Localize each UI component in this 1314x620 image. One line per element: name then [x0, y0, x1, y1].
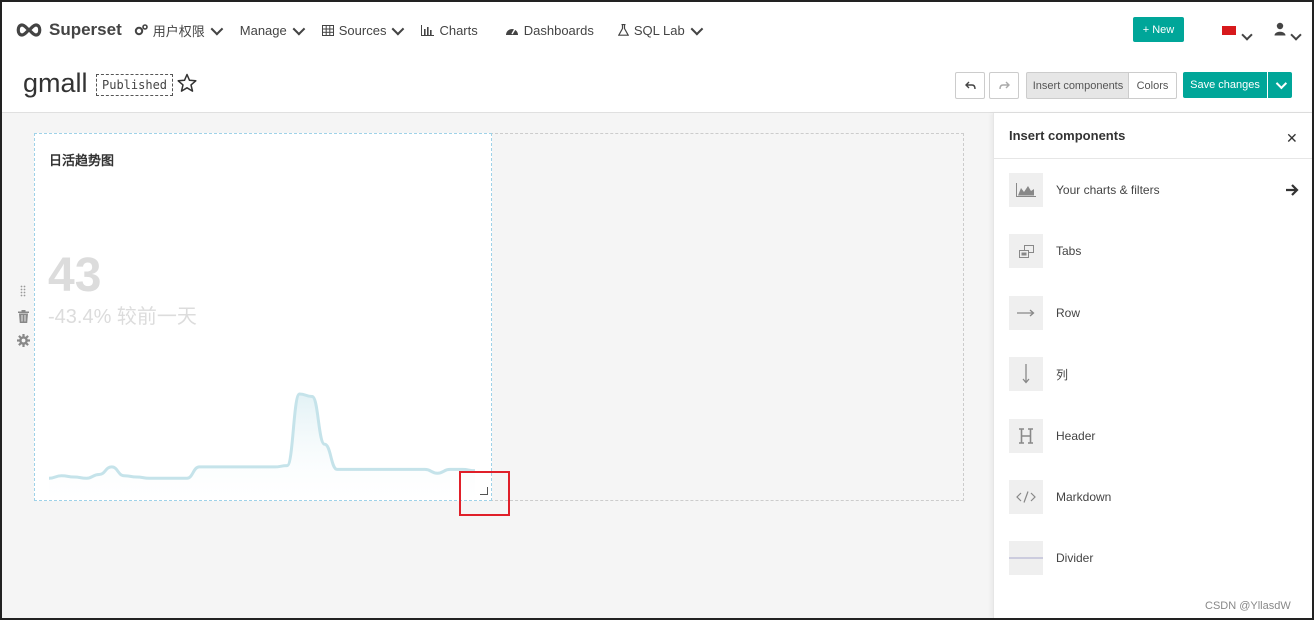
gear-icon[interactable] [17, 334, 30, 347]
component-your-charts[interactable]: Your charts & filters [1009, 173, 1299, 207]
component-label: Your charts & filters [1056, 183, 1160, 197]
save-changes-button[interactable]: Save changes [1183, 72, 1267, 98]
big-number-subheader: -43.4% 较前一天 [48, 306, 197, 328]
status-badge[interactable]: Published [96, 74, 174, 96]
undo-icon [964, 81, 976, 90]
chart-card[interactable]: 日活趋势图 43 -43.4% 较前一天 [34, 133, 492, 501]
redo-button[interactable] [989, 72, 1019, 99]
save-options-button[interactable] [1268, 72, 1292, 98]
component-row[interactable]: Row [1009, 296, 1299, 330]
chevron-down-icon [690, 22, 703, 35]
brand-name: Superset [49, 20, 122, 39]
superset-logo-icon [16, 23, 42, 37]
cogs-icon [134, 24, 148, 36]
nav-item-dashboards[interactable]: Dashboards [505, 23, 594, 38]
user-icon[interactable] [1274, 22, 1286, 36]
component-label: Tabs [1056, 244, 1082, 258]
watermark: CSDN @YllasdW [1205, 600, 1291, 612]
dashboard-canvas: 日活趋势图 43 -43.4% 较前一天 [2, 113, 993, 618]
nav-item-label: Dashboards [523, 22, 594, 38]
table-icon [321, 24, 334, 36]
component-label: Row [1056, 306, 1081, 320]
dashboard-title[interactable]: gmall [23, 68, 88, 99]
component-label: Header [1056, 429, 1096, 443]
component-column[interactable]: 列 [1009, 357, 1299, 391]
chevron-down-icon [1275, 77, 1288, 90]
dashboard-icon [505, 25, 519, 36]
chevron-down-icon [210, 22, 224, 35]
nav-item-permissions[interactable]: 用户权限 [134, 21, 224, 40]
nav-item-sql-lab[interactable]: SQL Lab [617, 22, 703, 38]
redo-icon [998, 81, 1010, 90]
nav-item-label: SQL Lab [633, 22, 685, 38]
chevron-down-icon [392, 22, 405, 35]
chevron-down-icon[interactable] [1241, 26, 1253, 44]
sparkline-line [48, 392, 476, 480]
header-icon [1009, 419, 1043, 453]
flask-icon [617, 24, 629, 36]
trash-icon[interactable] [18, 310, 29, 323]
nav-item-sources[interactable]: Sources [321, 22, 405, 38]
colors-button[interactable]: Colors [1128, 72, 1177, 99]
brand[interactable]: Superset [15, 20, 122, 40]
chevron-down-icon [292, 22, 306, 35]
annotation-highlight-box [459, 471, 510, 516]
close-icon[interactable]: ✕ [1286, 130, 1298, 147]
nav-item-label: Sources [338, 22, 387, 38]
dashboard-header: gmall Published Insert components Colors… [2, 58, 1312, 113]
bar-chart-icon [421, 24, 435, 36]
star-icon[interactable] [177, 73, 197, 93]
component-header[interactable]: Header [1009, 419, 1299, 453]
component-label: Divider [1056, 551, 1094, 565]
nav-item-manage[interactable]: Manage [239, 22, 306, 38]
arrow-right-icon [1009, 296, 1043, 330]
chart-title: 日活趋势图 [49, 153, 115, 168]
undo-button[interactable] [955, 72, 985, 99]
tabs-icon [1009, 234, 1043, 268]
code-icon [1009, 480, 1043, 514]
nav-item-label: Manage [239, 22, 287, 38]
arrow-down-icon [1009, 357, 1043, 391]
trendline-chart [48, 392, 476, 500]
drag-handle-icon[interactable] [20, 285, 26, 297]
nav-item-label: 用户权限 [152, 23, 205, 39]
divider [994, 158, 1312, 159]
big-number: 43 [48, 249, 102, 302]
sparkline-area [49, 394, 475, 500]
component-tabs[interactable]: Tabs [1009, 234, 1299, 268]
component-divider[interactable]: Divider [1009, 541, 1299, 575]
nav-item-charts[interactable]: Charts [421, 22, 478, 38]
nav-menu: 用户权限 Manage Sources Charts Dashboards SQ… [134, 21, 720, 40]
insert-components-button[interactable]: Insert components [1026, 72, 1130, 99]
component-label: Markdown [1056, 490, 1112, 504]
divider-icon [1009, 541, 1043, 575]
language-flag-icon[interactable] [1222, 26, 1236, 35]
chevron-down-icon[interactable] [1290, 26, 1302, 44]
component-label: 列 [1056, 367, 1069, 382]
area-chart-icon [1009, 173, 1043, 207]
arrow-right-icon[interactable] [1285, 183, 1299, 197]
component-markdown[interactable]: Markdown [1009, 480, 1299, 514]
new-button[interactable]: + New [1133, 17, 1184, 42]
app-window: Superset 用户权限 Manage Sources Charts Dash… [0, 0, 1314, 620]
panel-title: Insert components [1009, 128, 1126, 143]
insert-components-panel: Insert components ✕ Your charts & filter… [993, 113, 1312, 618]
top-navbar: Superset 用户权限 Manage Sources Charts Dash… [2, 2, 1312, 58]
nav-item-label: Charts [439, 22, 478, 38]
